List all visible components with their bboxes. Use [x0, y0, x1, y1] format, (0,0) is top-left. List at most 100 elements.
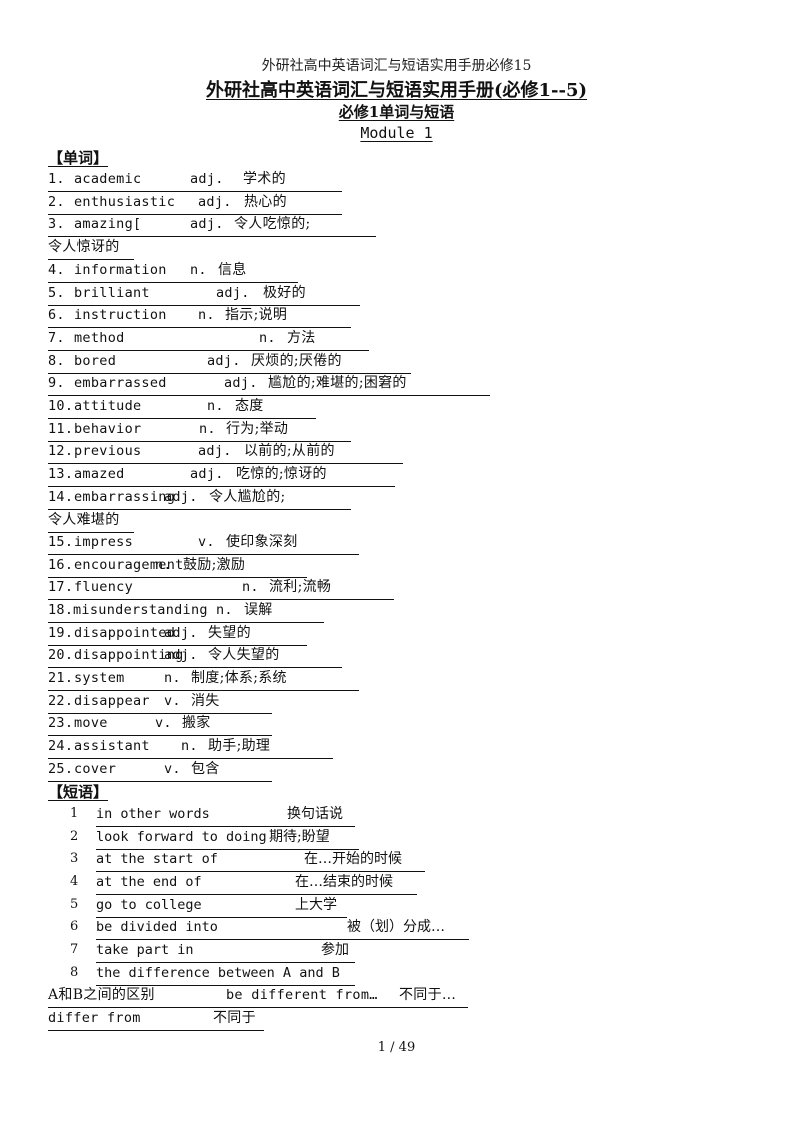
word-number: 7.	[48, 330, 65, 346]
word-number: 4.	[48, 262, 65, 278]
word-entry: 17. fluency n. 流利;流畅	[48, 577, 394, 600]
word-meaning-continuation-text: 令人惊讶的	[48, 239, 120, 255]
word-meaning: 令人尴尬的;	[209, 489, 286, 505]
word-meaning: 尴尬的;难堪的;困窘的	[268, 375, 407, 391]
phrase-text: go to college	[96, 897, 202, 913]
phrase-meaning: 期待;盼望	[269, 829, 330, 845]
word-term: embarrassing	[74, 489, 176, 505]
word-meaning: 吃惊的;惊讶的	[236, 466, 327, 482]
word-entry: 5. brilliant adj. 极好的	[48, 283, 360, 306]
word-entry: 12. previous adj. 以前的;从前的	[48, 441, 403, 464]
word-entry: 13. amazed adj. 吃惊的;惊讶的	[48, 464, 395, 487]
word-meaning: 极好的	[263, 285, 306, 301]
word-term: amazed	[74, 466, 125, 482]
word-term: bored	[74, 353, 117, 369]
phrase-entry: go to college 上大学	[96, 895, 347, 918]
word-meaning: 行为;举动	[226, 421, 289, 437]
word-part-of-speech: adj.	[224, 375, 258, 391]
word-meaning: 指示;说明	[225, 307, 288, 323]
word-meaning: 助手;助理	[208, 738, 271, 754]
word-number: 23.	[48, 715, 74, 731]
phrase-number: 6	[70, 919, 79, 934]
word-part-of-speech: v.	[164, 693, 181, 709]
phrase-text: the difference between A and B	[96, 965, 340, 981]
phrase-entry: be divided into 被（划）分成…	[96, 917, 469, 940]
word-entry: 1. academic adj. 学术的	[48, 169, 342, 192]
phrases-section-heading-text: 【短语】	[48, 783, 109, 801]
word-meaning: 制度;体系;系统	[191, 670, 287, 686]
word-meaning: 信息	[218, 262, 247, 278]
phrase-text: in other words	[96, 806, 210, 822]
word-meaning: 态度	[235, 398, 264, 414]
word-term: brilliant	[74, 285, 150, 301]
word-number: 19.	[48, 625, 74, 641]
word-term: academic	[74, 171, 142, 187]
word-meaning: 流利;流畅	[269, 579, 332, 595]
word-part-of-speech: n.	[190, 262, 207, 278]
word-meaning-continuation-text: 令人难堪的	[48, 512, 120, 528]
header-note: 外研社高中英语词汇与短语实用手册必修15	[261, 58, 532, 74]
word-entry: 16. encouragement n. 鼓励;激励	[48, 555, 307, 578]
word-meaning: 热心的	[244, 194, 287, 210]
word-meaning: 鼓励;激励	[183, 557, 246, 573]
word-number: 20.	[48, 647, 74, 663]
word-part-of-speech: n.	[242, 579, 259, 595]
word-entry: 7. method n. 方法	[48, 328, 369, 351]
document-title-text: 外研社高中英语词汇与短语实用手册(必修1--5)	[205, 80, 588, 101]
word-part-of-speech: adj.	[190, 171, 224, 187]
word-part-of-speech: v.	[164, 761, 181, 777]
word-meaning: 厌烦的;厌倦的	[251, 353, 342, 369]
phrase-text: take part in	[96, 942, 194, 958]
word-entry: 10. attitude n. 态度	[48, 396, 316, 419]
word-part-of-speech: adj.	[207, 353, 241, 369]
word-number: 2.	[48, 194, 65, 210]
word-meaning-continuation: 令人惊讶的	[48, 237, 134, 260]
phrase-number: 7	[70, 942, 79, 957]
word-meaning: 令人失望的	[208, 647, 280, 663]
phrase-number: 3	[70, 851, 79, 866]
word-entry: 21. system n. 制度;体系;系统	[48, 668, 359, 691]
phrase-extra-line: differ from 不同于	[48, 1008, 264, 1031]
word-number: 12.	[48, 443, 74, 459]
word-meaning: 令人吃惊的;	[234, 216, 311, 232]
word-term: embarrassed	[74, 375, 167, 391]
word-number: 15.	[48, 534, 74, 550]
phrase-meaning: 上大学	[295, 897, 337, 913]
word-part-of-speech: n.	[259, 330, 276, 346]
word-part-of-speech: adj.	[216, 285, 250, 301]
word-entry: 18. misunderstanding n. 误解	[48, 600, 324, 623]
document-page: 外研社高中英语词汇与短语实用手册必修15 外研社高中英语词汇与短语实用手册(必修…	[0, 0, 793, 1122]
word-meaning-continuation: 令人难堪的	[48, 510, 134, 533]
word-meaning: 失望的	[208, 625, 251, 641]
word-term: previous	[74, 443, 142, 459]
phrase-meaning: A和B之间的区别	[48, 987, 155, 1003]
word-part-of-speech: n.	[181, 738, 198, 754]
phrase-meaning: 在…结束的时候	[295, 874, 393, 890]
word-entry: 4. information n. 信息	[48, 260, 298, 283]
word-part-of-speech: n.	[199, 421, 216, 437]
word-meaning: 使印象深刻	[226, 534, 298, 550]
document-title: 外研社高中英语词汇与短语实用手册(必修1--5)	[0, 76, 793, 102]
words-section-heading-text: 【单词】	[48, 149, 109, 167]
word-entry: 9. embarrassed adj. 尴尬的;难堪的;困窘的	[48, 373, 490, 396]
phrase-number: 1	[70, 806, 79, 821]
word-part-of-speech: n.	[198, 307, 215, 323]
word-part-of-speech: adj.	[164, 647, 198, 663]
phrase-entry: at the end of 在…结束的时候	[96, 872, 417, 895]
word-part-of-speech: adj.	[198, 194, 232, 210]
word-number: 17.	[48, 579, 74, 595]
word-entry: 24. assistant n. 助手;助理	[48, 736, 333, 759]
word-number: 14.	[48, 489, 74, 505]
phrase-meaning: 参加	[321, 942, 349, 958]
document-subtitle: 必修1单词与短语	[0, 101, 793, 122]
word-number: 9.	[48, 375, 65, 391]
word-part-of-speech: n.	[216, 602, 233, 618]
word-term: fluency	[74, 579, 133, 595]
word-part-of-speech: v.	[198, 534, 215, 550]
phrase-meaning: 被（划）分成…	[347, 919, 445, 935]
word-entry: 3. amazing[adj. 令人吃惊的;	[48, 214, 376, 237]
phrase-number: 4	[70, 874, 79, 889]
phrase-text: at the end of	[96, 874, 202, 890]
word-number: 1.	[48, 171, 65, 187]
word-meaning: 消失	[191, 693, 220, 709]
